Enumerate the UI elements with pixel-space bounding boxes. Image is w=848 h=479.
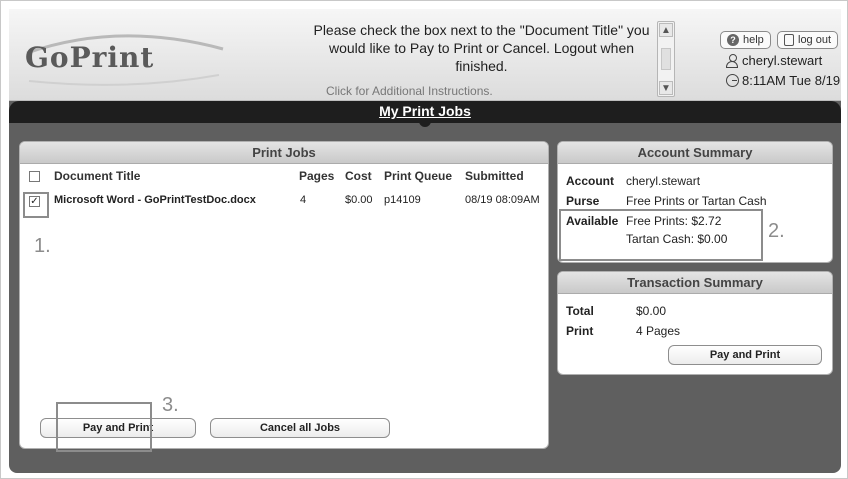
cell-pages: 4 xyxy=(300,194,307,206)
step-1-label: 1. xyxy=(34,235,51,257)
cell-cost: $0.00 xyxy=(345,194,373,206)
goprint-logo: GoPrint xyxy=(19,25,229,87)
scroll-down-icon[interactable]: ▼ xyxy=(659,81,673,95)
col-print-queue: Print Queue xyxy=(384,169,453,183)
col-document-title: Document Title xyxy=(54,169,141,183)
print-value: 4 Pages xyxy=(636,324,681,338)
total-label: Total xyxy=(566,304,594,318)
purse-label: Purse xyxy=(566,194,600,208)
scroll-up-icon[interactable]: ▲ xyxy=(659,23,673,37)
logout-button[interactable]: log out xyxy=(777,31,839,49)
clock-icon xyxy=(726,74,739,87)
col-submitted: Submitted xyxy=(465,169,524,183)
step-3-label: 3. xyxy=(162,394,179,416)
select-all-checkbox[interactable] xyxy=(29,171,40,182)
print-label: Print xyxy=(566,324,594,338)
cell-submitted: 08/19 08:09AM xyxy=(465,194,540,206)
logout-icon xyxy=(784,34,794,46)
account-label: Account xyxy=(566,174,614,188)
logo-text: GoPrint xyxy=(25,41,155,74)
transaction-summary-panel: Transaction Summary Total $0.00 Print 4 … xyxy=(557,271,833,375)
col-cost: Cost xyxy=(345,169,372,183)
total-value: $0.00 xyxy=(636,304,667,318)
help-label: help xyxy=(743,34,764,46)
cancel-all-jobs-button[interactable]: Cancel all Jobs xyxy=(210,418,390,438)
col-pages: Pages xyxy=(299,169,335,183)
header: GoPrint Please check the box next to the… xyxy=(9,9,841,101)
jobs-table-header: Document Title Pages Cost Print Queue Su… xyxy=(20,165,548,187)
table-row[interactable]: ✓ Microsoft Word - GoPrintTestDoc.docx 4… xyxy=(20,190,548,210)
instructions-text: Please check the box next to the "Docume… xyxy=(313,22,650,74)
transaction-summary-title: Transaction Summary xyxy=(558,272,832,294)
purse-value: Free Prints or Tartan Cash xyxy=(626,194,767,208)
datetime: 8:11AM Tue 8/19 xyxy=(742,73,841,88)
title-tab xyxy=(419,119,431,127)
additional-instructions-link[interactable]: Click for Additional Instructions. xyxy=(326,84,493,98)
callout-box-pay-button xyxy=(56,402,152,452)
clock-info: 8:11AM Tue 8/19 xyxy=(726,73,840,88)
callout-box-checkbox xyxy=(23,192,49,218)
cell-print-queue: p14109 xyxy=(384,194,421,206)
username: cheryl.stewart xyxy=(742,53,823,68)
cell-document-title: Microsoft Word - GoPrintTestDoc.docx xyxy=(54,194,256,206)
page-title: My Print Jobs xyxy=(379,103,471,119)
account-value: cheryl.stewart xyxy=(626,174,701,188)
help-icon: ? xyxy=(727,34,739,46)
user-icon xyxy=(726,54,738,68)
account-summary-title: Account Summary xyxy=(558,142,832,164)
print-jobs-title: Print Jobs xyxy=(20,142,548,164)
user-info: cheryl.stewart xyxy=(726,53,822,68)
step-2-label: 2. xyxy=(768,220,785,242)
instructions-scrollbar[interactable]: ▲ ▼ xyxy=(657,21,675,97)
help-button[interactable]: ? help xyxy=(720,31,771,49)
callout-box-available xyxy=(559,209,763,261)
app-frame: GoPrint Please check the box next to the… xyxy=(0,0,848,479)
summary-pay-and-print-button[interactable]: Pay and Print xyxy=(668,345,822,365)
scroll-thumb[interactable] xyxy=(661,48,671,70)
logout-label: log out xyxy=(798,34,832,46)
